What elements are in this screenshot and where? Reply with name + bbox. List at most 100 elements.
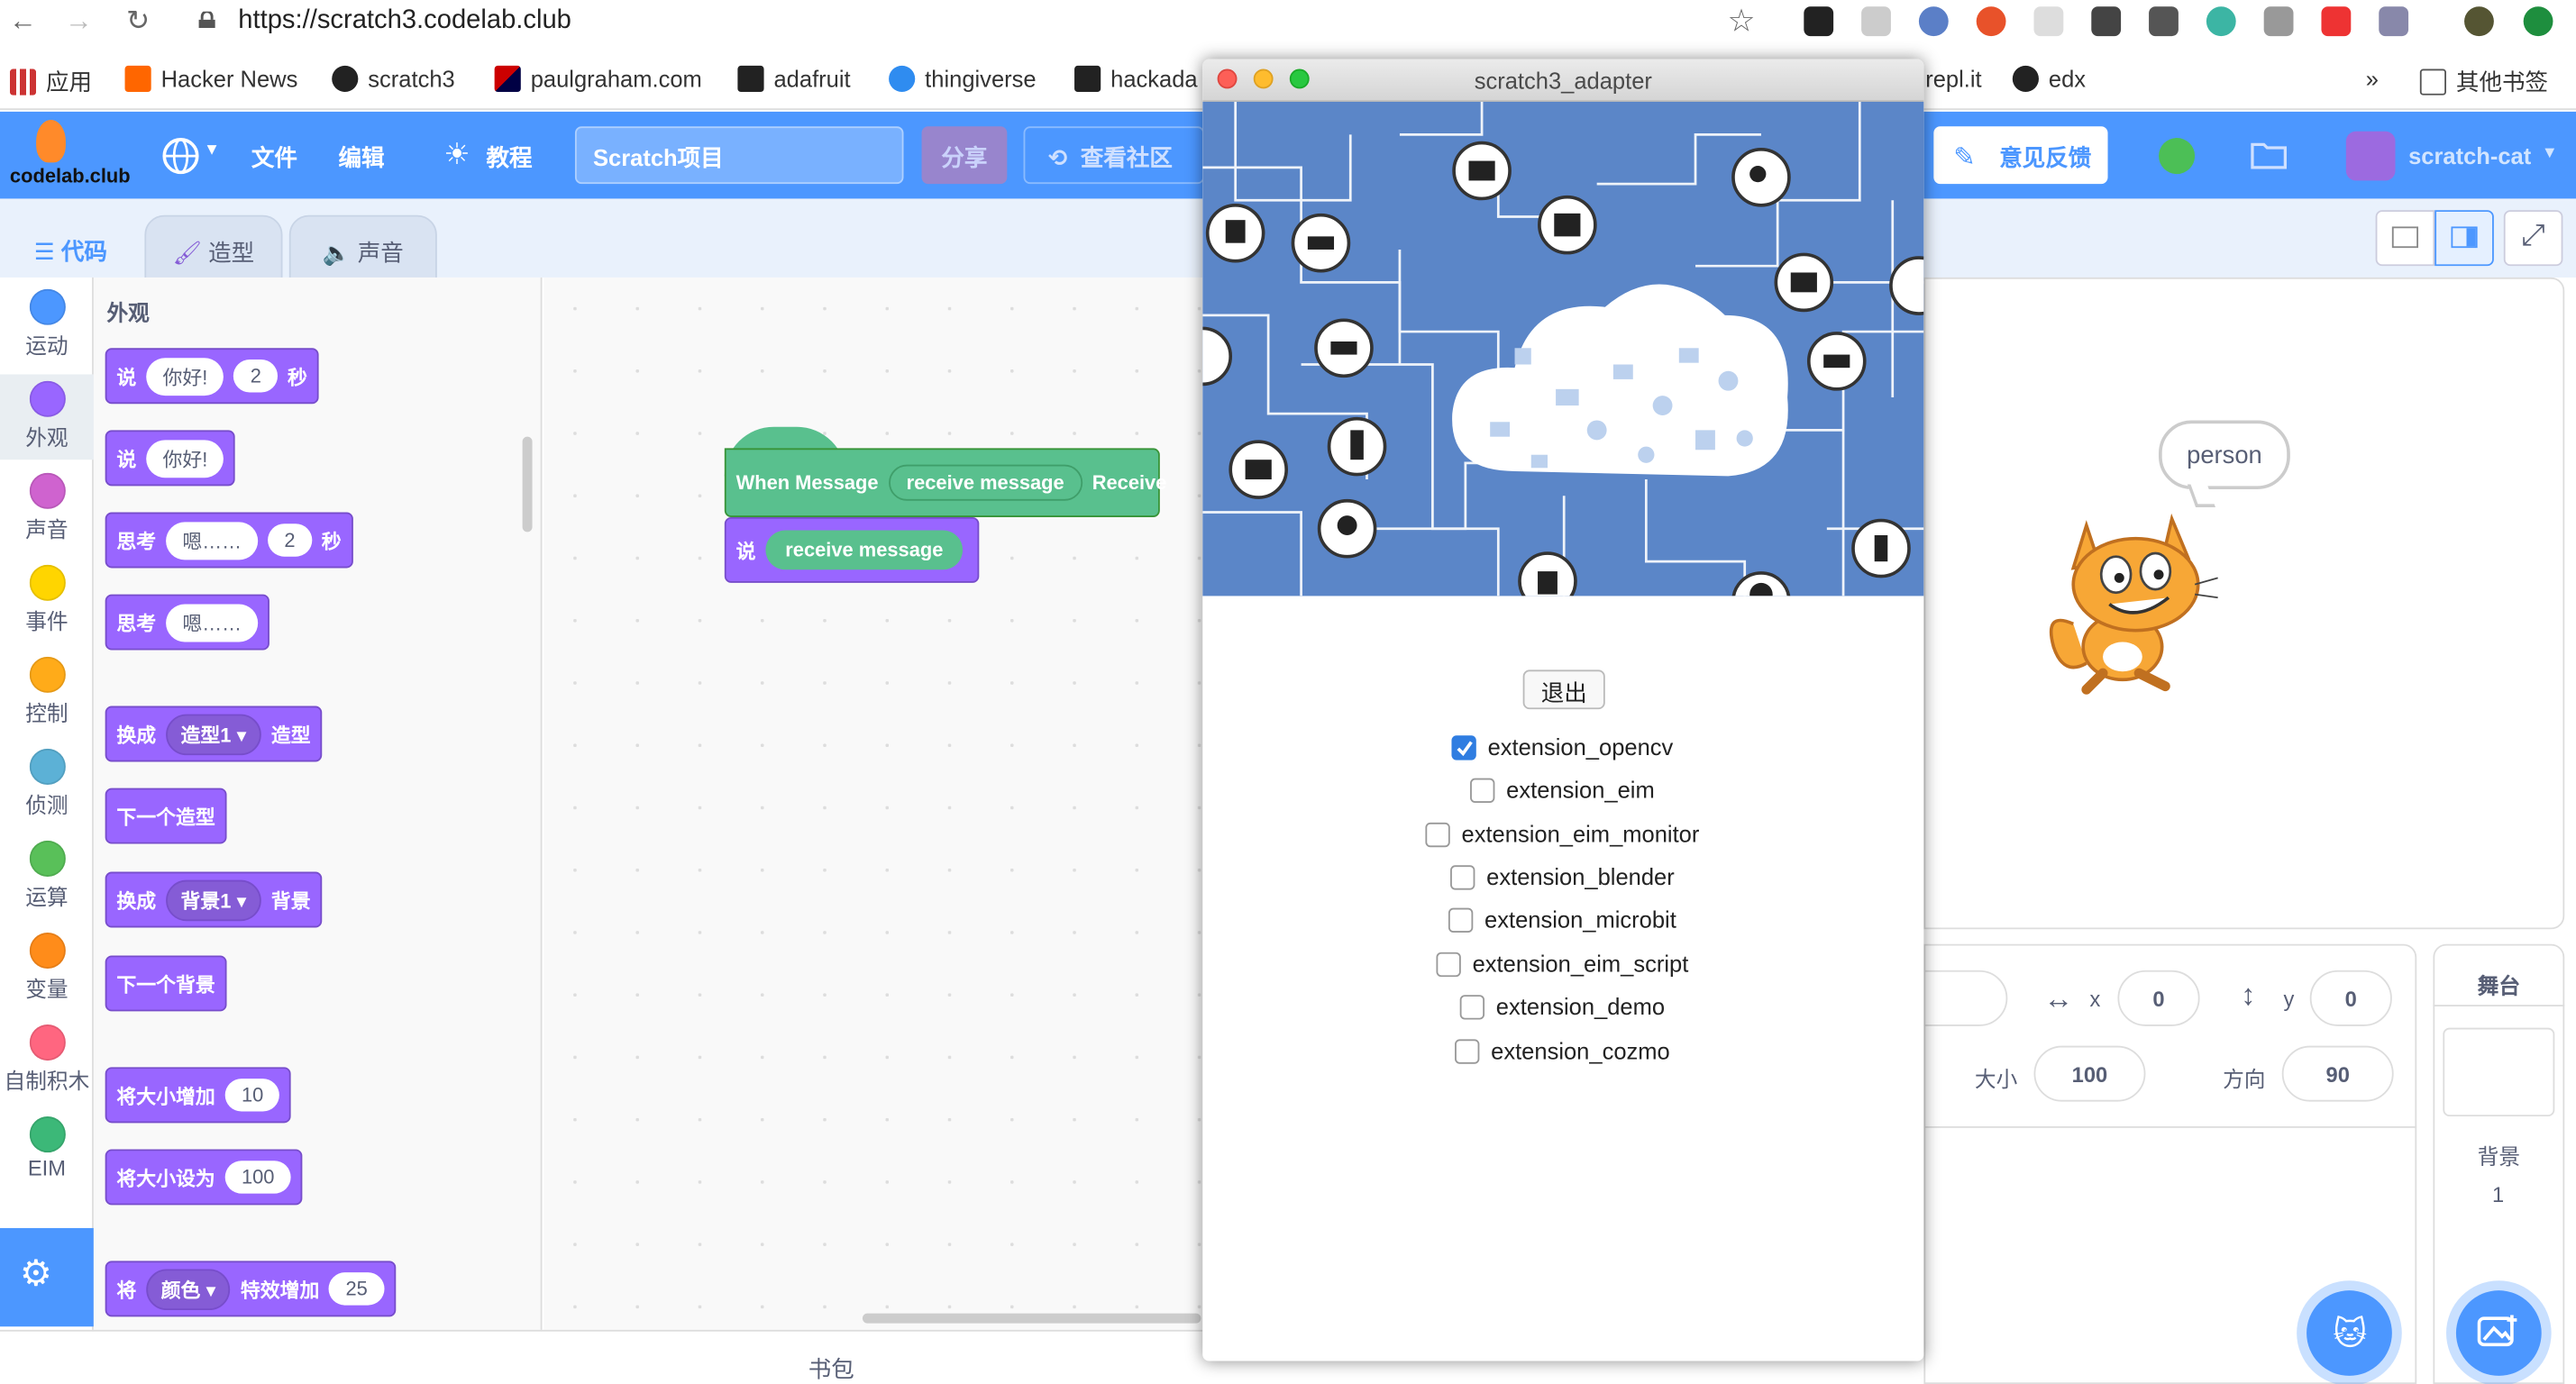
project-title-input[interactable]: Scratch项目 [574,126,904,185]
message-argument[interactable]: receive message [888,464,1082,501]
tab-costumes[interactable]: 🖌 造型 [144,214,283,281]
extension-checkbox[interactable] [1451,734,1476,760]
folder-icon[interactable] [2251,140,2288,169]
extension-icon[interactable] [1918,6,1949,37]
when-message-hat-block[interactable]: When Message receive message Receive [724,448,1166,517]
backpack[interactable] [0,1329,1203,1384]
extension-checkbox[interactable] [1425,821,1450,847]
bookmark-apps[interactable]: 应用 [9,66,92,98]
bookmark-hackernews[interactable]: Hacker News [124,65,297,93]
avatar[interactable] [2345,131,2396,181]
x-input[interactable]: 0 [2117,970,2200,1026]
message-input[interactable]: 嗯…… [166,521,259,560]
extension-icon[interactable] [2033,6,2064,37]
seconds-input[interactable]: 2 [268,524,312,557]
logo-text[interactable]: codelab.club [10,164,131,187]
bookmark-paulgraham[interactable]: paulgraham.com [494,65,702,93]
direction-input[interactable]: 90 [2281,1045,2394,1102]
effect-dropdown[interactable]: 颜色 ▾ [146,1268,231,1310]
star-icon[interactable]: ☆ [1725,4,1758,41]
chevron-down-icon[interactable]: ▼ [2542,144,2558,162]
forward-icon[interactable]: → [62,5,95,37]
bookmark-adafruit[interactable]: adafruit [737,65,851,93]
bookmark-thingiverse[interactable]: thingiverse [889,65,1037,93]
extension-checkbox[interactable] [1450,864,1475,889]
say-script-block[interactable]: 说 receive message [724,516,980,583]
extension-checkbox[interactable] [1448,906,1474,933]
category-9[interactable]: EIM [0,1116,94,1180]
workspace-scrollbar[interactable] [862,1313,1201,1324]
bookmark-hackaday[interactable]: hackada [1074,65,1198,93]
username[interactable]: scratch-cat [2408,143,2531,169]
bookmark-edx[interactable]: edx [2012,65,2086,93]
think-for-secs-block[interactable]: 思考 嗯…… 2 秒 [105,512,353,569]
bookmarks-overflow[interactable]: » [2366,66,2379,92]
share-button[interactable]: 分享 [921,126,1008,185]
code-workspace[interactable] [544,277,1201,1330]
message-input[interactable]: 你好! [146,357,224,396]
profile-avatar-icon[interactable] [2464,6,2494,37]
category-5[interactable]: 侦测 [0,748,94,819]
extension-option[interactable]: extension_demo [1459,993,1665,1020]
shield-extension-icon[interactable] [2263,6,2294,37]
extension-checkbox[interactable] [1459,994,1485,1019]
color-extension-icon[interactable] [2321,6,2352,37]
extension-option[interactable]: extension_eim_monitor [1425,821,1699,847]
extension-option[interactable]: extension_eim [1470,777,1655,803]
stage[interactable] [1923,277,2565,930]
bookmark-scratch3[interactable]: scratch3 [332,65,455,93]
category-1[interactable]: 外观 [0,374,94,460]
bookmark-replit[interactable]: repl.it [1925,66,1981,92]
fullscreen-icon[interactable]: ⤢ [2503,210,2563,267]
message-input[interactable]: 嗯…… [166,603,259,642]
category-0[interactable]: 运动 [0,288,94,360]
category-4[interactable]: 控制 [0,656,94,727]
extension-checkbox[interactable] [1455,1038,1480,1063]
menu-tutorials[interactable]: 教程 [487,141,533,174]
globe-icon[interactable] [161,136,201,176]
number-input[interactable]: 100 [224,1161,291,1194]
tree-extension-icon[interactable] [1861,6,1891,37]
extension-option[interactable]: extension_cozmo [1455,1038,1670,1064]
category-3[interactable]: 事件 [0,564,94,635]
other-bookmarks[interactable]: 其他书签 [2419,66,2548,98]
message-argument[interactable]: receive message [765,530,964,570]
backdrop-thumbnail[interactable] [2443,1027,2555,1117]
ubuntu-extension-icon[interactable] [1976,6,2006,37]
extension-option[interactable]: extension_eim_script [1436,951,1688,977]
switch-costume-block[interactable]: 换成 造型1 ▾ 造型 [105,706,323,762]
category-8[interactable]: 自制积木 [0,1024,94,1095]
size-input[interactable]: 100 [2033,1045,2146,1102]
category-7[interactable]: 变量 [0,932,94,1003]
minimize-window-icon[interactable] [1253,68,1274,89]
reload-icon[interactable]: ↻ [122,5,154,37]
qr-extension-icon[interactable] [1804,6,1834,37]
extension-icon[interactable] [2379,6,2409,37]
tab-sounds[interactable]: 🔈 声音 [288,214,437,281]
extension-option[interactable]: extension_blender [1450,863,1675,890]
extension-option[interactable]: extension_opencv [1451,733,1673,760]
category-6[interactable]: 运算 [0,840,94,911]
back-icon[interactable]: ← [6,5,39,37]
palette-scrollbar[interactable] [522,436,533,533]
extension-option[interactable]: extension_microbit [1448,906,1676,933]
cat-sprite[interactable] [2037,512,2221,696]
change-size-block[interactable]: 将大小增加 10 [105,1067,292,1124]
seconds-input[interactable]: 2 [233,360,279,393]
say-block[interactable]: 说你好! [105,430,236,487]
pocket-extension-icon[interactable] [2149,6,2179,37]
address-bar[interactable]: https://scratch3.codelab.club [238,6,571,36]
change-effect-block[interactable]: 将颜色 ▾ 特效增加 25 [105,1261,396,1317]
maximize-window-icon[interactable] [1289,68,1310,89]
extension-icon[interactable] [2206,6,2236,37]
exit-button[interactable]: 退出 [1522,669,1605,710]
switch-backdrop-block[interactable]: 换成 背景1 ▾ 背景 [105,871,323,928]
menu-edit[interactable]: 编辑 [338,141,384,174]
think-block[interactable]: 思考 嗯…… [105,594,269,651]
extension-checkbox[interactable] [1436,951,1461,977]
costume-dropdown[interactable]: 造型1 ▾ [166,713,261,755]
y-input[interactable]: 0 [2309,970,2392,1026]
close-window-icon[interactable] [1217,68,1238,89]
message-input[interactable]: 你好! [146,439,224,478]
number-input[interactable]: 10 [224,1079,280,1112]
